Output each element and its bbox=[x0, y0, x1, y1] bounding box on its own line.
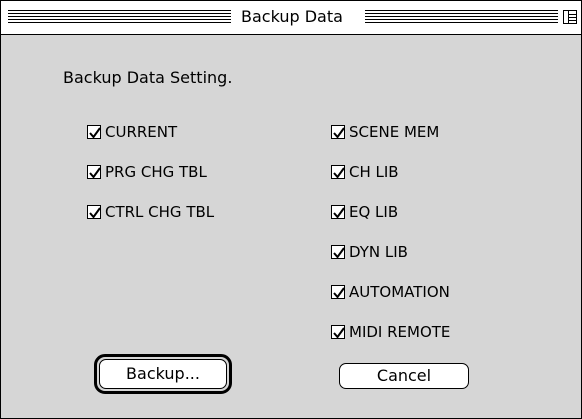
checkmark-icon bbox=[333, 127, 345, 139]
checkbox-label: AUTOMATION bbox=[349, 283, 450, 301]
checkbox-box[interactable] bbox=[331, 205, 345, 219]
checkbox-label: CH LIB bbox=[349, 163, 399, 181]
checkbox-automation[interactable]: AUTOMATION bbox=[331, 281, 450, 303]
checkbox-label: CTRL CHG TBL bbox=[105, 203, 215, 221]
checkbox-dyn-lib[interactable]: DYN LIB bbox=[331, 241, 408, 263]
checkbox-label: EQ LIB bbox=[349, 203, 399, 221]
checkmark-icon bbox=[89, 167, 101, 179]
dialog-subtitle: Backup Data Setting. bbox=[63, 68, 233, 87]
checkbox-ch-lib[interactable]: CH LIB bbox=[331, 161, 399, 183]
checkbox-scene-mem[interactable]: SCENE MEM bbox=[331, 121, 439, 143]
checkbox-label: SCENE MEM bbox=[349, 123, 440, 141]
checkbox-label: PRG CHG TBL bbox=[105, 163, 207, 181]
zoom-box-icon[interactable] bbox=[563, 10, 577, 24]
checkbox-prg-chg-tbl[interactable]: PRG CHG TBL bbox=[87, 161, 207, 183]
checkbox-box[interactable] bbox=[87, 205, 101, 219]
checkbox-box[interactable] bbox=[87, 125, 101, 139]
checkmark-icon bbox=[333, 247, 345, 259]
checkbox-current[interactable]: CURRENT bbox=[87, 121, 177, 143]
checkmark-icon bbox=[333, 327, 345, 339]
checkmark-icon bbox=[89, 127, 101, 139]
cancel-button[interactable]: Cancel bbox=[339, 363, 469, 389]
checkmark-icon bbox=[333, 167, 345, 179]
checkbox-box[interactable] bbox=[331, 285, 345, 299]
checkmark-icon bbox=[89, 207, 101, 219]
checkbox-label: CURRENT bbox=[105, 123, 178, 141]
backup-data-dialog: Backup Data Backup Data Setting. CURRENT… bbox=[0, 0, 582, 419]
checkbox-box[interactable] bbox=[331, 245, 345, 259]
checkmark-icon bbox=[333, 207, 345, 219]
checkbox-box[interactable] bbox=[331, 125, 345, 139]
checkbox-box[interactable] bbox=[87, 165, 101, 179]
checkbox-box[interactable] bbox=[331, 165, 345, 179]
title-bar-stripes-left bbox=[8, 10, 231, 24]
checkbox-box[interactable] bbox=[331, 325, 345, 339]
checkbox-ctrl-chg-tbl[interactable]: CTRL CHG TBL bbox=[87, 201, 214, 223]
checkbox-midi-remote[interactable]: MIDI REMOTE bbox=[331, 321, 450, 343]
checkbox-eq-lib[interactable]: EQ LIB bbox=[331, 201, 398, 223]
checkmark-icon bbox=[333, 287, 345, 299]
checkbox-label: MIDI REMOTE bbox=[349, 323, 451, 341]
backup-button[interactable]: Backup... bbox=[99, 359, 227, 389]
title-bar-stripes-right bbox=[365, 10, 558, 24]
checkbox-label: DYN LIB bbox=[349, 243, 408, 261]
title-bar[interactable]: Backup Data bbox=[1, 1, 581, 35]
window-title: Backup Data bbox=[237, 6, 347, 28]
